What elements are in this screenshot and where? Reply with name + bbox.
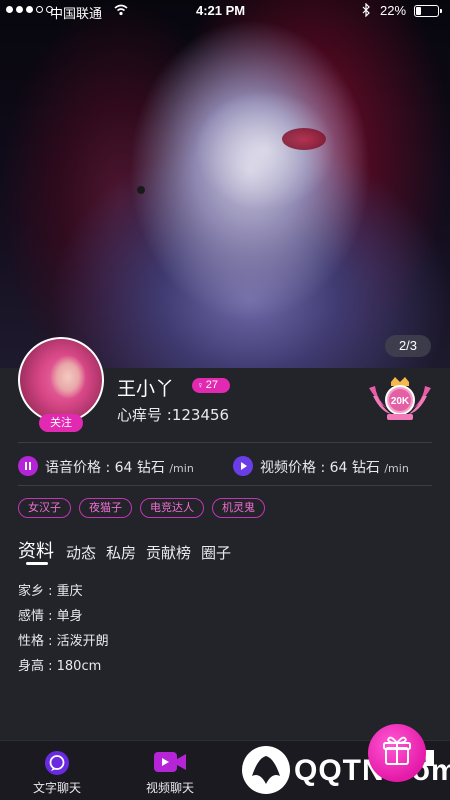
video-camera-icon	[154, 752, 186, 772]
profile-tabs: 资料 动态 私房 贡献榜 圈子	[18, 537, 241, 563]
divider	[18, 485, 432, 486]
carrier-name: 中国联通	[50, 6, 103, 21]
watermark-logo-icon	[242, 746, 290, 794]
voice-price[interactable]: 语音价格 : 64 钻石 /min	[45, 457, 194, 477]
info-relationship: 感情 : 单身	[18, 609, 83, 624]
user-id: 心痒号 :123456	[117, 406, 230, 424]
voice-icon	[18, 456, 38, 476]
signal-strength-icon	[6, 6, 53, 13]
status-bar: 中国联通 4:21 PM 22%	[0, 0, 450, 22]
tag-list: 女汉子 夜猫子 电竞达人 机灵鬼	[18, 498, 265, 518]
video-price[interactable]: 视频价格 : 64 钻石 /min	[260, 457, 409, 477]
voice-price-unit: /min	[169, 462, 194, 475]
tab-contribution-rank[interactable]: 贡献榜	[146, 542, 191, 563]
avatar[interactable]	[18, 337, 104, 423]
video-price-label: 视频价格 : 64 钻石	[260, 460, 380, 476]
battery-icon	[414, 5, 442, 17]
chat-bubble-icon	[45, 751, 69, 775]
tab-private-room[interactable]: 私房	[106, 542, 136, 563]
photo-detail	[282, 128, 326, 150]
age-value: 27	[205, 379, 218, 391]
photo-counter: 2/3	[385, 335, 431, 357]
clock: 4:21 PM	[196, 3, 246, 18]
tab-circle[interactable]: 圈子	[201, 542, 231, 563]
gift-icon	[383, 736, 411, 765]
wifi-icon	[114, 4, 128, 16]
divider	[18, 442, 432, 443]
active-tab-indicator	[26, 562, 48, 565]
text-chat-label: 文字聊天	[32, 781, 81, 795]
video-chat-label: 视频聊天	[145, 781, 194, 795]
video-price-unit: /min	[384, 462, 409, 475]
follow-button[interactable]: 关注	[39, 414, 83, 432]
bluetooth-icon	[362, 3, 370, 17]
text-chat-button[interactable]: 文字聊天	[12, 741, 102, 800]
video-play-icon	[233, 456, 253, 476]
profile-photo[interactable]	[0, 0, 450, 368]
photo-detail	[137, 186, 145, 194]
level-badge-text: 20K	[391, 396, 410, 407]
info-hometown: 家乡 : 重庆	[18, 584, 83, 599]
tab-profile-info[interactable]: 资料	[18, 537, 54, 563]
user-name: 王小丫	[117, 378, 175, 400]
age-badge: ♀ 27	[192, 378, 230, 393]
gender-icon: ♀	[197, 380, 204, 390]
battery-percentage: 22%	[380, 3, 407, 18]
info-height: 身高 : 180cm	[18, 659, 102, 674]
avatar-container: 关注	[18, 337, 104, 432]
personality-tag: 机灵鬼	[212, 498, 265, 518]
video-chat-button[interactable]: 视频聊天	[125, 741, 215, 800]
personality-tag: 电竞达人	[140, 498, 204, 518]
battery-level	[416, 7, 421, 15]
profile-info-list: 家乡 : 重庆 感情 : 单身 性格 : 活泼开朗 身高 : 180cm	[18, 582, 109, 682]
tab-moments[interactable]: 动态	[66, 542, 96, 563]
price-row: 语音价格 : 64 钻石 /min 视频价格 : 64 钻石 /min	[18, 455, 438, 477]
info-personality: 性格 : 活泼开朗	[18, 634, 109, 649]
voice-price-label: 语音价格 : 64 钻石	[45, 460, 165, 476]
personality-tag: 夜猫子	[79, 498, 132, 518]
gift-button[interactable]	[368, 724, 426, 782]
level-badge-icon[interactable]: 20K	[365, 374, 435, 424]
personality-tag: 女汉子	[18, 498, 71, 518]
